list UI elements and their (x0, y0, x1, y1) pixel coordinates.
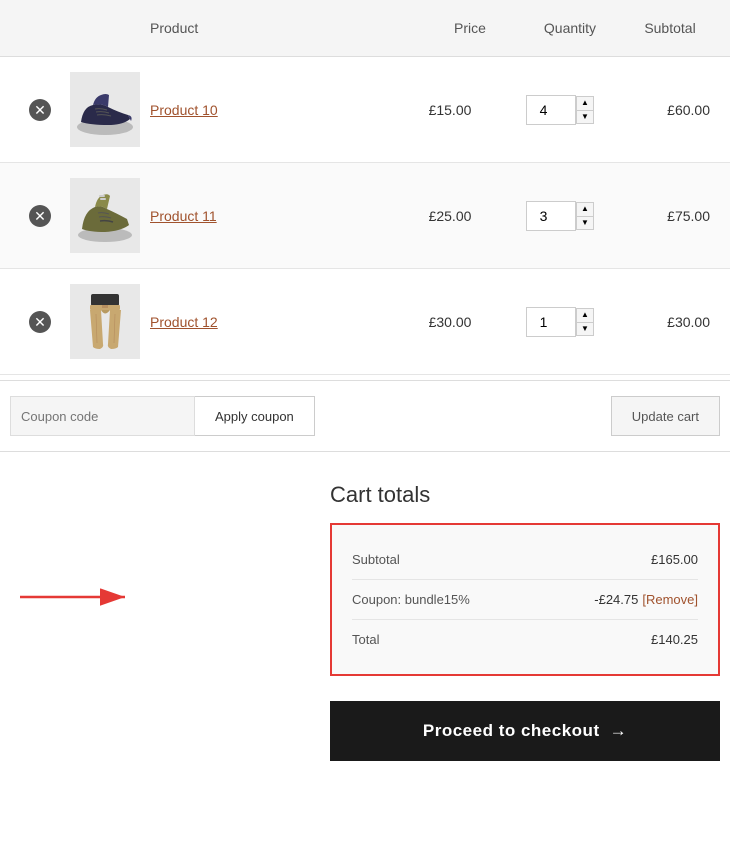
product-image (70, 284, 140, 359)
cart-table-header: Product Price Quantity Subtotal (0, 0, 730, 57)
quantity-cell: ▲ ▼ (500, 307, 620, 337)
header-product: Product (150, 20, 420, 36)
coupon-label: Coupon: bundle15% (352, 592, 470, 607)
quantity-cell: ▲ ▼ (500, 95, 620, 125)
header-quantity: Quantity (520, 20, 620, 36)
subtotal-cell: £30.00 (620, 314, 720, 330)
pants-icon (73, 289, 138, 354)
cart-row: ✕ Product 10 £15.00 ▲ ▼ £60.00 (0, 57, 730, 163)
remove-item-button[interactable]: ✕ (29, 99, 51, 121)
quantity-input[interactable] (526, 95, 576, 125)
cart-row: ✕ Product 11 £25.00 ▲ ▼ £75.00 (0, 163, 730, 269)
checkout-arrow-icon: → (610, 721, 628, 741)
product-image (70, 72, 140, 147)
product-name-cell: Product 12 (150, 314, 400, 330)
qty-down-button[interactable]: ▼ (576, 110, 594, 124)
subtotal-row: Subtotal £165.00 (352, 540, 698, 580)
remove-cell: ✕ (10, 205, 70, 227)
totals-table: Subtotal £165.00 Coupon: bundle15% -£24.… (330, 523, 720, 676)
arrow-indicator (15, 582, 135, 612)
product-name-cell: Product 10 (150, 102, 400, 118)
checkout-button-label: Proceed to checkout (423, 721, 600, 741)
header-price: Price (420, 20, 520, 36)
quantity-spinners: ▲ ▼ (576, 202, 594, 230)
cart-row: ✕ Product 12 £30.00 ▲ ▼ (0, 269, 730, 375)
total-row: Total £140.25 (352, 620, 698, 659)
coupon-discount-amount: -£24.75 (594, 592, 638, 607)
product-link[interactable]: Product 12 (150, 314, 218, 330)
remove-coupon-link[interactable]: [Remove] (642, 592, 698, 607)
product-name-cell: Product 11 (150, 208, 400, 224)
quantity-input[interactable] (526, 307, 576, 337)
subtotal-cell: £75.00 (620, 208, 720, 224)
remove-cell: ✕ (10, 99, 70, 121)
product-image (70, 178, 140, 253)
coupon-row: Coupon: bundle15% -£24.75 [Remove] (352, 580, 698, 620)
cart-totals-box: Cart totals Subtotal £165.00 Coupon: bun… (330, 482, 720, 676)
shoe1-icon (73, 77, 138, 142)
cart-totals-section: Cart totals Subtotal £165.00 Coupon: bun… (0, 452, 730, 676)
product-link[interactable]: Product 10 (150, 102, 218, 118)
subtotal-value: £165.00 (651, 552, 698, 567)
header-image (70, 20, 150, 36)
checkout-button-wrapper: Proceed to checkout → (0, 686, 730, 776)
proceed-to-checkout-button[interactable]: Proceed to checkout → (330, 701, 720, 761)
remove-item-button[interactable]: ✕ (29, 205, 51, 227)
qty-down-button[interactable]: ▼ (576, 216, 594, 230)
header-subtotal: Subtotal (620, 20, 720, 36)
price-cell: £25.00 (400, 208, 500, 224)
update-cart-button[interactable]: Update cart (611, 396, 720, 436)
qty-down-button[interactable]: ▼ (576, 322, 594, 336)
qty-up-button[interactable]: ▲ (576, 308, 594, 322)
qty-up-button[interactable]: ▲ (576, 202, 594, 216)
qty-up-button[interactable]: ▲ (576, 96, 594, 110)
total-label: Total (352, 632, 379, 647)
subtotal-cell: £60.00 (620, 102, 720, 118)
total-value: £140.25 (651, 632, 698, 647)
subtotal-label: Subtotal (352, 552, 400, 567)
remove-item-button[interactable]: ✕ (29, 311, 51, 333)
price-cell: £30.00 (400, 314, 500, 330)
quantity-spinners: ▲ ▼ (576, 308, 594, 336)
apply-coupon-button[interactable]: Apply coupon (195, 396, 315, 436)
quantity-cell: ▲ ▼ (500, 201, 620, 231)
product-link[interactable]: Product 11 (150, 208, 217, 224)
remove-cell: ✕ (10, 311, 70, 333)
quantity-input[interactable] (526, 201, 576, 231)
coupon-input[interactable] (10, 396, 195, 436)
header-remove (10, 20, 70, 36)
price-cell: £15.00 (400, 102, 500, 118)
shoe2-icon (73, 183, 138, 248)
coupon-left: Apply coupon (10, 396, 315, 436)
arrow-icon (15, 582, 135, 612)
coupon-bar: Apply coupon Update cart (0, 380, 730, 452)
coupon-discount: -£24.75 [Remove] (594, 592, 698, 607)
cart-totals-title: Cart totals (330, 482, 720, 508)
quantity-spinners: ▲ ▼ (576, 96, 594, 124)
